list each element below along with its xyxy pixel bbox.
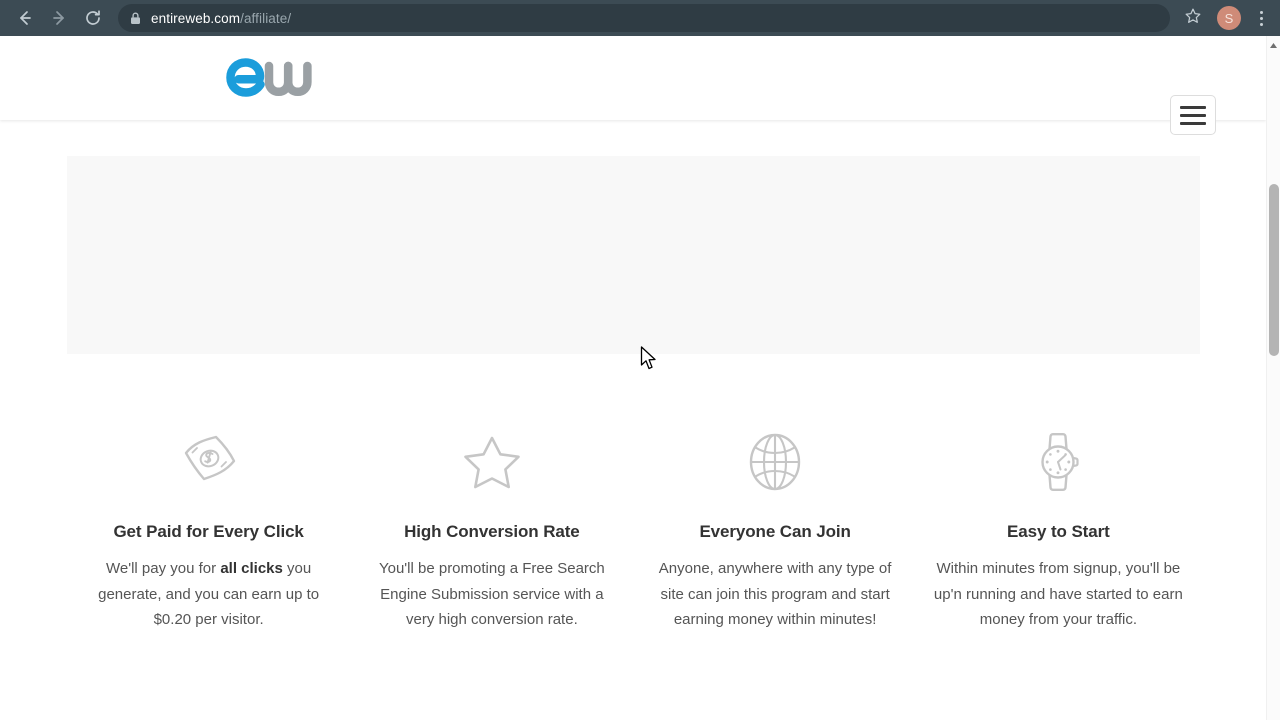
hero-banner-placeholder [67, 156, 1200, 354]
scrollbar-thumb[interactable] [1269, 184, 1279, 356]
features-row: Get Paid for Every Click We'll pay you f… [67, 424, 1200, 633]
star-bookmark-icon [1184, 7, 1202, 30]
reload-button[interactable] [76, 1, 110, 35]
feature-description: We'll pay you for all clicks you generat… [98, 560, 320, 628]
feature-title: Easy to Start [1007, 522, 1110, 541]
back-button[interactable] [8, 1, 42, 35]
site-header [0, 36, 1266, 135]
feature-description: Anyone, anywhere with any type of site c… [658, 560, 892, 628]
watch-icon [931, 424, 1186, 500]
feature-item: Everyone Can Join Anyone, anywhere with … [634, 424, 917, 633]
feature-item: High Conversion Rate You'll be promoting… [350, 424, 633, 633]
avatar[interactable]: S [1217, 6, 1241, 30]
lock-icon [130, 12, 141, 25]
three-dot-menu-icon [1259, 10, 1263, 14]
site-logo[interactable] [224, 54, 330, 104]
feature-item: Get Paid for Every Click We'll pay you f… [67, 424, 350, 633]
feature-title: High Conversion Rate [404, 522, 580, 541]
reload-icon [83, 8, 103, 28]
toolbar-right-group: S [1178, 3, 1272, 33]
url-text: entireweb.com/affiliate/ [151, 11, 291, 26]
avatar-initial: S [1224, 10, 1234, 26]
url-domain: entireweb.com [151, 10, 241, 26]
money-bill-icon [81, 424, 336, 500]
globe-icon [648, 424, 903, 500]
browser-menu-button[interactable] [1250, 3, 1272, 33]
url-path: /affiliate/ [240, 10, 292, 26]
page-scrollbar[interactable] [1266, 36, 1280, 720]
feature-description: Within minutes from signup, you'll be up… [933, 560, 1183, 628]
hamburger-menu-icon [1180, 105, 1206, 109]
entireweb-logo-icon [226, 58, 312, 97]
star-icon [364, 424, 619, 500]
address-bar[interactable]: entireweb.com/affiliate/ [118, 4, 1170, 32]
page-viewport: Get Paid for Every Click We'll pay you f… [0, 36, 1266, 720]
feature-item: Easy to Start Within minutes from signup… [917, 424, 1200, 633]
hamburger-menu-button[interactable] [1170, 95, 1216, 135]
feature-title: Get Paid for Every Click [113, 522, 304, 541]
forward-arrow-icon [49, 8, 69, 28]
forward-button[interactable] [42, 1, 76, 35]
browser-toolbar: entireweb.com/affiliate/ S [0, 0, 1280, 36]
back-arrow-icon [15, 8, 35, 28]
feature-description: You'll be promoting a Free Search Engine… [378, 560, 605, 628]
feature-title: Everyone Can Join [699, 522, 851, 541]
scroll-up-arrow-icon[interactable] [1267, 38, 1280, 52]
bookmark-button[interactable] [1178, 3, 1208, 33]
